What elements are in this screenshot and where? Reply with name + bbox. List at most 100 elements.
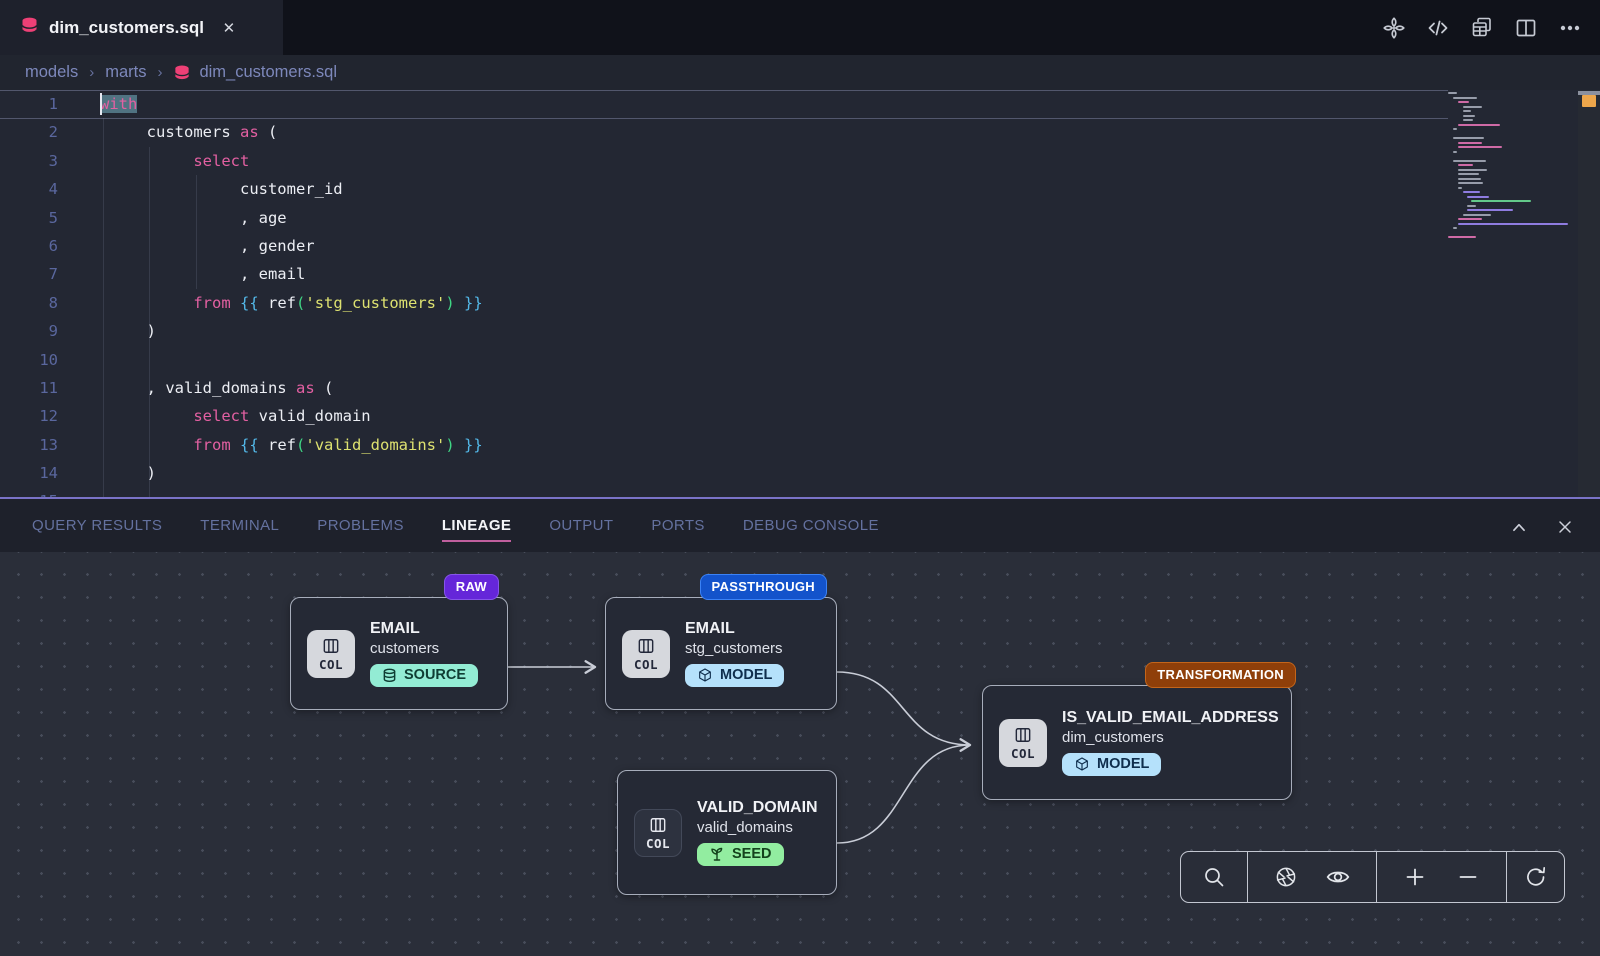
node-subtitle: customers xyxy=(370,640,478,657)
node-title: EMAIL xyxy=(685,620,784,638)
database-icon xyxy=(20,16,39,40)
code-lines: 1with2 customers as (3 select4 customer_… xyxy=(0,90,1600,497)
model-pill: MODEL xyxy=(685,664,784,687)
line-number: 10 xyxy=(0,346,70,374)
node-subtitle: stg_customers xyxy=(685,640,784,657)
database-icon xyxy=(382,668,397,683)
preview-eye-icon[interactable] xyxy=(1323,862,1353,892)
code-line: 15 xyxy=(0,487,1600,497)
column-chip: COL xyxy=(634,809,682,857)
columns-icon xyxy=(648,815,668,835)
column-chip: COL xyxy=(622,630,670,678)
badge-passthrough: PASSTHROUGH xyxy=(700,574,827,600)
minimap[interactable] xyxy=(1448,90,1575,390)
code-line: 4 customer_id xyxy=(0,175,1600,203)
code-line: 8 from {{ ref('stg_customers') }} xyxy=(0,289,1600,317)
lineage-toolbar xyxy=(1180,851,1565,903)
database-icon xyxy=(173,64,191,82)
app-window: dim_customers.sql ✕ xyxy=(0,0,1600,956)
lineage-node-valid-domains[interactable]: COL VALID_DOMAIN valid_domains SEED xyxy=(617,770,837,895)
zoom-out-icon[interactable] xyxy=(1453,862,1483,892)
overview-ruler[interactable] xyxy=(1578,90,1600,497)
cube-icon xyxy=(697,667,713,683)
node-subtitle: valid_domains xyxy=(697,819,818,836)
node-title: IS_VALID_EMAIL_ADDRESS xyxy=(1062,709,1275,727)
editor-toolbar xyxy=(1382,0,1582,55)
code-line: 2 customers as ( xyxy=(0,118,1600,146)
breadcrumb: models › marts › dim_customers.sql xyxy=(0,55,1600,90)
lineage-node-customers[interactable]: RAW COL EMAIL customers SOURCE xyxy=(290,597,508,710)
source-pill: SOURCE xyxy=(370,664,478,687)
line-number: 12 xyxy=(0,402,70,430)
code-line: 7 , email xyxy=(0,260,1600,288)
lineage-node-dim-customers[interactable]: TRANSFORMATION COL IS_VALID_EMAIL_ADDRES… xyxy=(982,685,1292,800)
code-line: 3 select xyxy=(0,147,1600,175)
editor-tab-bar: dim_customers.sql ✕ xyxy=(0,0,1600,55)
line-number: 14 xyxy=(0,459,70,487)
tab-title: dim_customers.sql xyxy=(49,18,204,38)
tab-close-icon[interactable]: ✕ xyxy=(218,17,240,39)
panel-tab-ports[interactable]: PORTS xyxy=(651,517,704,534)
line-number: 9 xyxy=(0,317,70,345)
node-title: EMAIL xyxy=(370,620,478,638)
seed-pill: SEED xyxy=(697,843,784,866)
column-chip: COL xyxy=(999,719,1047,767)
code-line: 9 ) xyxy=(0,317,1600,345)
breadcrumb-separator: › xyxy=(157,64,162,81)
ruler-highlight-marker xyxy=(1582,95,1596,107)
columns-icon xyxy=(636,636,656,656)
code-line: 14 ) xyxy=(0,459,1600,487)
more-actions-icon[interactable] xyxy=(1558,16,1582,40)
panel-tab-query-results[interactable]: QUERY RESULTS xyxy=(32,517,162,534)
line-number: 13 xyxy=(0,431,70,459)
badge-transformation: TRANSFORMATION xyxy=(1145,662,1296,688)
code-editor[interactable]: 1with2 customers as (3 select4 customer_… xyxy=(0,90,1600,497)
code-line: 12 select valid_domain xyxy=(0,402,1600,430)
columns-icon xyxy=(1013,725,1033,745)
line-number: 3 xyxy=(0,147,70,175)
breadcrumb-models[interactable]: models xyxy=(25,63,78,82)
code-line: 11 , valid_domains as ( xyxy=(0,374,1600,402)
breadcrumb-file-label: dim_customers.sql xyxy=(199,63,337,82)
code-line: 10 xyxy=(0,346,1600,374)
line-number: 2 xyxy=(0,118,70,146)
split-editor-icon[interactable] xyxy=(1514,16,1538,40)
dbt-logo-icon[interactable] xyxy=(1382,16,1406,40)
column-chip: COL xyxy=(307,630,355,678)
code-view-icon[interactable] xyxy=(1426,16,1450,40)
line-number: 5 xyxy=(0,204,70,232)
lineage-node-stg-customers[interactable]: PASSTHROUGH COL EMAIL stg_customers MODE… xyxy=(605,597,837,710)
code-line: 13 from {{ ref('valid_domains') }} xyxy=(0,431,1600,459)
model-pill: MODEL xyxy=(1062,753,1161,776)
lineage-canvas[interactable]: RAW COL EMAIL customers SOURCE xyxy=(0,552,1600,956)
code-line: 6 , gender xyxy=(0,232,1600,260)
panel-tab-debug-console[interactable]: DEBUG CONSOLE xyxy=(743,517,879,534)
breadcrumb-file[interactable]: dim_customers.sql xyxy=(173,63,337,82)
search-icon[interactable] xyxy=(1199,862,1229,892)
badge-raw: RAW xyxy=(444,574,499,600)
refresh-icon[interactable] xyxy=(1521,862,1551,892)
panel-tabs: QUERY RESULTS TERMINAL PROBLEMS LINEAGE OUTP… xyxy=(32,517,879,534)
breadcrumb-separator: › xyxy=(89,64,94,81)
panel-tab-problems[interactable]: PROBLEMS xyxy=(317,517,404,534)
line-number: 6 xyxy=(0,232,70,260)
sprout-icon xyxy=(709,846,725,862)
line-number: 11 xyxy=(0,374,70,402)
aperture-icon[interactable] xyxy=(1271,862,1301,892)
breadcrumb-marts[interactable]: marts xyxy=(105,63,146,82)
panel-tab-output[interactable]: OUTPUT xyxy=(549,517,613,534)
zoom-in-icon[interactable] xyxy=(1400,862,1430,892)
columns-icon xyxy=(321,636,341,656)
panel-tab-lineage[interactable]: LINEAGE xyxy=(442,517,511,534)
line-number: 7 xyxy=(0,260,70,288)
line-number: 1 xyxy=(0,90,70,118)
copy-results-icon[interactable] xyxy=(1470,16,1494,40)
close-panel-icon[interactable] xyxy=(1554,516,1576,538)
node-subtitle: dim_customers xyxy=(1062,729,1275,746)
panel-tab-terminal[interactable]: TERMINAL xyxy=(200,517,279,534)
line-number: 8 xyxy=(0,289,70,317)
collapse-panel-icon[interactable] xyxy=(1508,516,1530,538)
tab-dim-customers[interactable]: dim_customers.sql ✕ xyxy=(0,0,283,55)
code-line: 5 , age xyxy=(0,204,1600,232)
code-line: 1with xyxy=(0,90,1600,118)
